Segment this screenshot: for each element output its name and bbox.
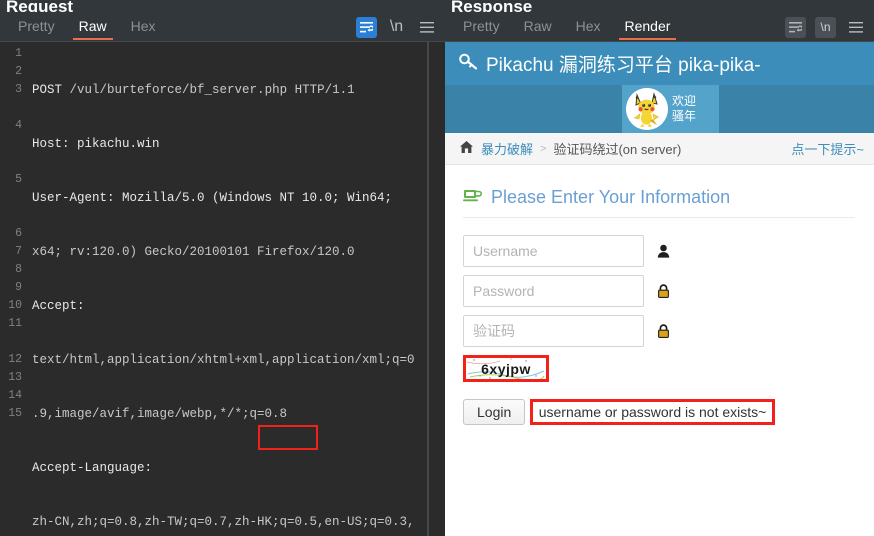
code-line-5a: Accept-Language: [32,461,153,475]
code-line-4a: Accept: [32,299,85,313]
tab-request-raw[interactable]: Raw [67,15,119,40]
code-line-3a: User-Agent: Mozilla/5.0 (Windows NT 10.0… [32,191,393,205]
captcha-image-wrap[interactable]: 6xyjpw [463,355,549,382]
request-panel-title: Request [6,0,74,12]
http-path: /vul/burteforce/bf_server.php HTTP/1.1 [69,83,355,97]
breadcrumb: 暴力破解 > 验证码绕过(on server) 点一下提示~ [445,133,874,165]
tab-response-raw[interactable]: Raw [512,15,564,40]
lock-icon [655,283,671,299]
captcha-input[interactable] [463,315,644,347]
coffee-cup-icon [463,187,483,208]
request-tool-icons: \n [356,16,445,38]
hamburger-menu-icon[interactable] [845,17,866,38]
code-line-4c: .9,image/avif,image/webp,*/*;q=0.8 [32,407,288,421]
line-number: 4 [15,119,22,132]
line-number: 6 [15,227,22,240]
hint-link[interactable]: 点一下提示~ [791,139,864,158]
request-scrollbar[interactable] [428,42,445,536]
line-number-wrap [0,99,22,117]
login-button[interactable]: Login [463,399,526,425]
form-heading: Please Enter Your Information [463,187,855,218]
request-editor[interactable]: 1 2 3 4 5 6 7 8 9 10 11 12 13 14 15 POST… [0,42,445,536]
response-tabbar: Pretty Raw Hex Render \n [445,12,874,42]
welcome-line-1: 欢迎 [672,94,697,108]
captcha-row [463,315,874,347]
key-icon [459,53,478,76]
word-wrap-icon[interactable] [356,16,377,38]
response-panel-title: Response [451,0,533,12]
code-line-3b: x64; rv:120.0) Gecko/20100101 Firefox/12… [32,245,355,259]
request-raw-text[interactable]: POST /vul/burteforce/bf_server.php HTTP/… [26,42,445,536]
welcome-line-2: 骚年 [672,109,697,123]
line-number: 15 [8,407,22,420]
captcha-text: 6xyjpw [481,360,531,377]
error-message-wrap: username or password is not exists~ [529,399,776,425]
line-number: 1 [15,47,22,60]
captcha-image[interactable]: 6xyjpw [466,357,546,380]
form-heading-text: Please Enter Your Information [491,187,731,207]
breadcrumb-category[interactable]: 暴力破解 [481,139,533,158]
lock-icon [655,323,671,339]
username-input[interactable] [463,235,644,267]
tab-request-pretty[interactable]: Pretty [6,15,67,40]
site-header: Pikachu 漏洞练习平台 pika-pika- [445,42,874,85]
line-number: 12 [8,353,22,366]
code-line-1: POST /vul/burteforce/bf_server.php HTTP/… [32,81,445,99]
breadcrumb-separator: > [540,142,547,155]
line-number: 13 [8,371,22,384]
line-number-wrap [0,333,22,351]
request-panel: Request Pretty Raw Hex \n 1 2 3 4 5 6 7 … [0,0,445,536]
line-number: 2 [15,65,22,78]
http-method: POST [32,83,63,97]
rendered-page[interactable]: Pikachu 漏洞练习平台 pika-pika- 欢迎 骚年 暴力破解 > 验… [445,42,874,536]
line-number: 7 [15,245,22,258]
line-number: 10 [8,299,22,312]
line-number-wrap [0,153,22,171]
tab-request-hex[interactable]: Hex [119,15,168,40]
breadcrumb-current: 验证码绕过(on server) [553,142,682,157]
line-number-wrap [0,189,22,207]
word-wrap-icon[interactable] [785,16,806,38]
pikachu-avatar [626,88,668,130]
line-number: 5 [15,173,22,186]
error-message: username or password is not exists~ [538,404,767,420]
request-tabbar: Pretty Raw Hex \n [0,12,445,42]
site-subheader: 欢迎 骚年 [445,85,874,133]
line-number: 11 [8,317,22,330]
line-number: 14 [8,389,22,402]
user-welcome-box[interactable]: 欢迎 骚年 [622,85,719,133]
hamburger-menu-icon[interactable] [416,17,437,38]
line-number: 3 [15,83,22,96]
user-icon [655,243,671,259]
code-line-4b: text/html,application/xhtml+xml,applicat… [32,353,415,367]
code-line-2: Host: pikachu.win [32,137,160,151]
tab-response-pretty[interactable]: Pretty [451,15,512,40]
tab-response-render[interactable]: Render [613,15,683,40]
response-tool-icons: \n [785,16,874,38]
line-number-gutter: 1 2 3 4 5 6 7 8 9 10 11 12 13 14 15 [0,42,26,536]
login-form: Please Enter Your Information Username P… [445,165,874,425]
welcome-text: 欢迎 骚年 [672,94,696,124]
site-title: Pikachu 漏洞练习平台 pika-pika- [486,55,761,76]
username-row [463,235,874,267]
newline-icon[interactable]: \n [815,16,836,38]
newline-icon[interactable]: \n [386,17,407,38]
burp-suite-window: Request Pretty Raw Hex \n 1 2 3 4 5 6 7 … [0,0,874,536]
password-input[interactable] [463,275,644,307]
line-number: 9 [15,281,22,294]
code-line-5b: zh-CN,zh;q=0.8,zh-TW;q=0.7,zh-HK;q=0.5,e… [32,515,415,529]
password-row [463,275,874,307]
line-number-wrap [0,207,22,225]
line-number: 8 [15,263,22,276]
tab-response-hex[interactable]: Hex [564,15,613,40]
home-icon[interactable] [459,140,474,158]
response-panel: Response Pretty Raw Hex Render \n Pikach… [445,0,874,536]
line-number-wrap [0,135,22,153]
